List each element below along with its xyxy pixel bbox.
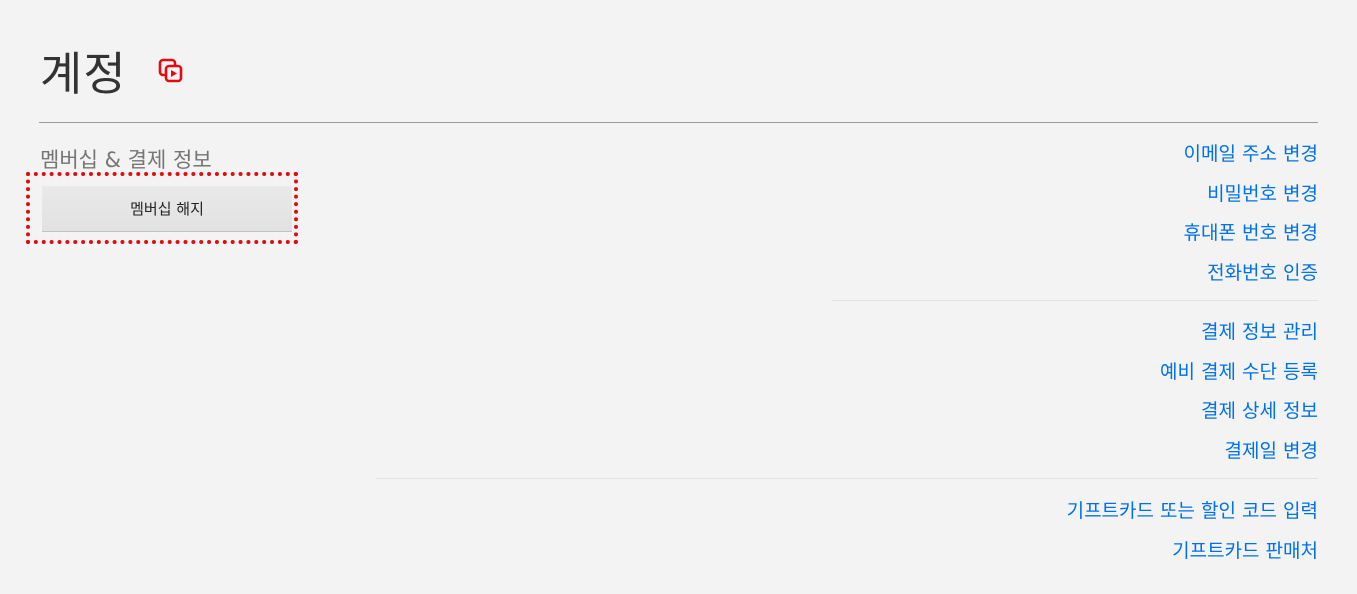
giftcard-links-group: 기프트카드 또는 할인 코드 입력 기프트카드 판매처	[1067, 492, 1318, 571]
links-divider	[376, 478, 1318, 479]
billing-details-link[interactable]: 결제 상세 정보	[1160, 392, 1318, 432]
redeem-giftcard-link[interactable]: 기프트카드 또는 할인 코드 입력	[1067, 492, 1318, 532]
verify-phone-link[interactable]: 전화번호 인증	[1184, 254, 1318, 294]
payment-links-group: 결제 정보 관리 예비 결제 수단 등록 결제 상세 정보 결제일 변경	[1160, 313, 1318, 471]
change-password-link[interactable]: 비밀번호 변경	[1184, 175, 1318, 215]
manage-payment-link[interactable]: 결제 정보 관리	[1160, 313, 1318, 353]
account-page: 계정 멤버십 & 결제 정보 멤버십 해지 이메일 주소 변경 비밀번호 변경 …	[0, 0, 1357, 594]
account-links-group: 이메일 주소 변경 비밀번호 변경 휴대폰 번호 변경 전화번호 인증	[1184, 135, 1318, 293]
header-divider	[39, 122, 1318, 123]
membership-section-label: 멤버십 & 결제 정보	[40, 148, 212, 172]
change-billing-date-link[interactable]: 결제일 변경	[1160, 432, 1318, 472]
cancel-button-highlight: 멤버십 해지	[26, 172, 298, 244]
links-divider	[832, 300, 1318, 301]
page-header: 계정	[40, 38, 185, 104]
membership-icon	[157, 57, 185, 85]
add-backup-payment-link[interactable]: 예비 결제 수단 등록	[1160, 353, 1318, 393]
giftcard-retailers-link[interactable]: 기프트카드 판매처	[1067, 532, 1318, 572]
page-title: 계정	[40, 47, 127, 101]
cancel-membership-button[interactable]: 멤버십 해지	[42, 186, 292, 231]
change-email-link[interactable]: 이메일 주소 변경	[1184, 135, 1318, 175]
change-phone-link[interactable]: 휴대폰 번호 변경	[1184, 214, 1318, 254]
